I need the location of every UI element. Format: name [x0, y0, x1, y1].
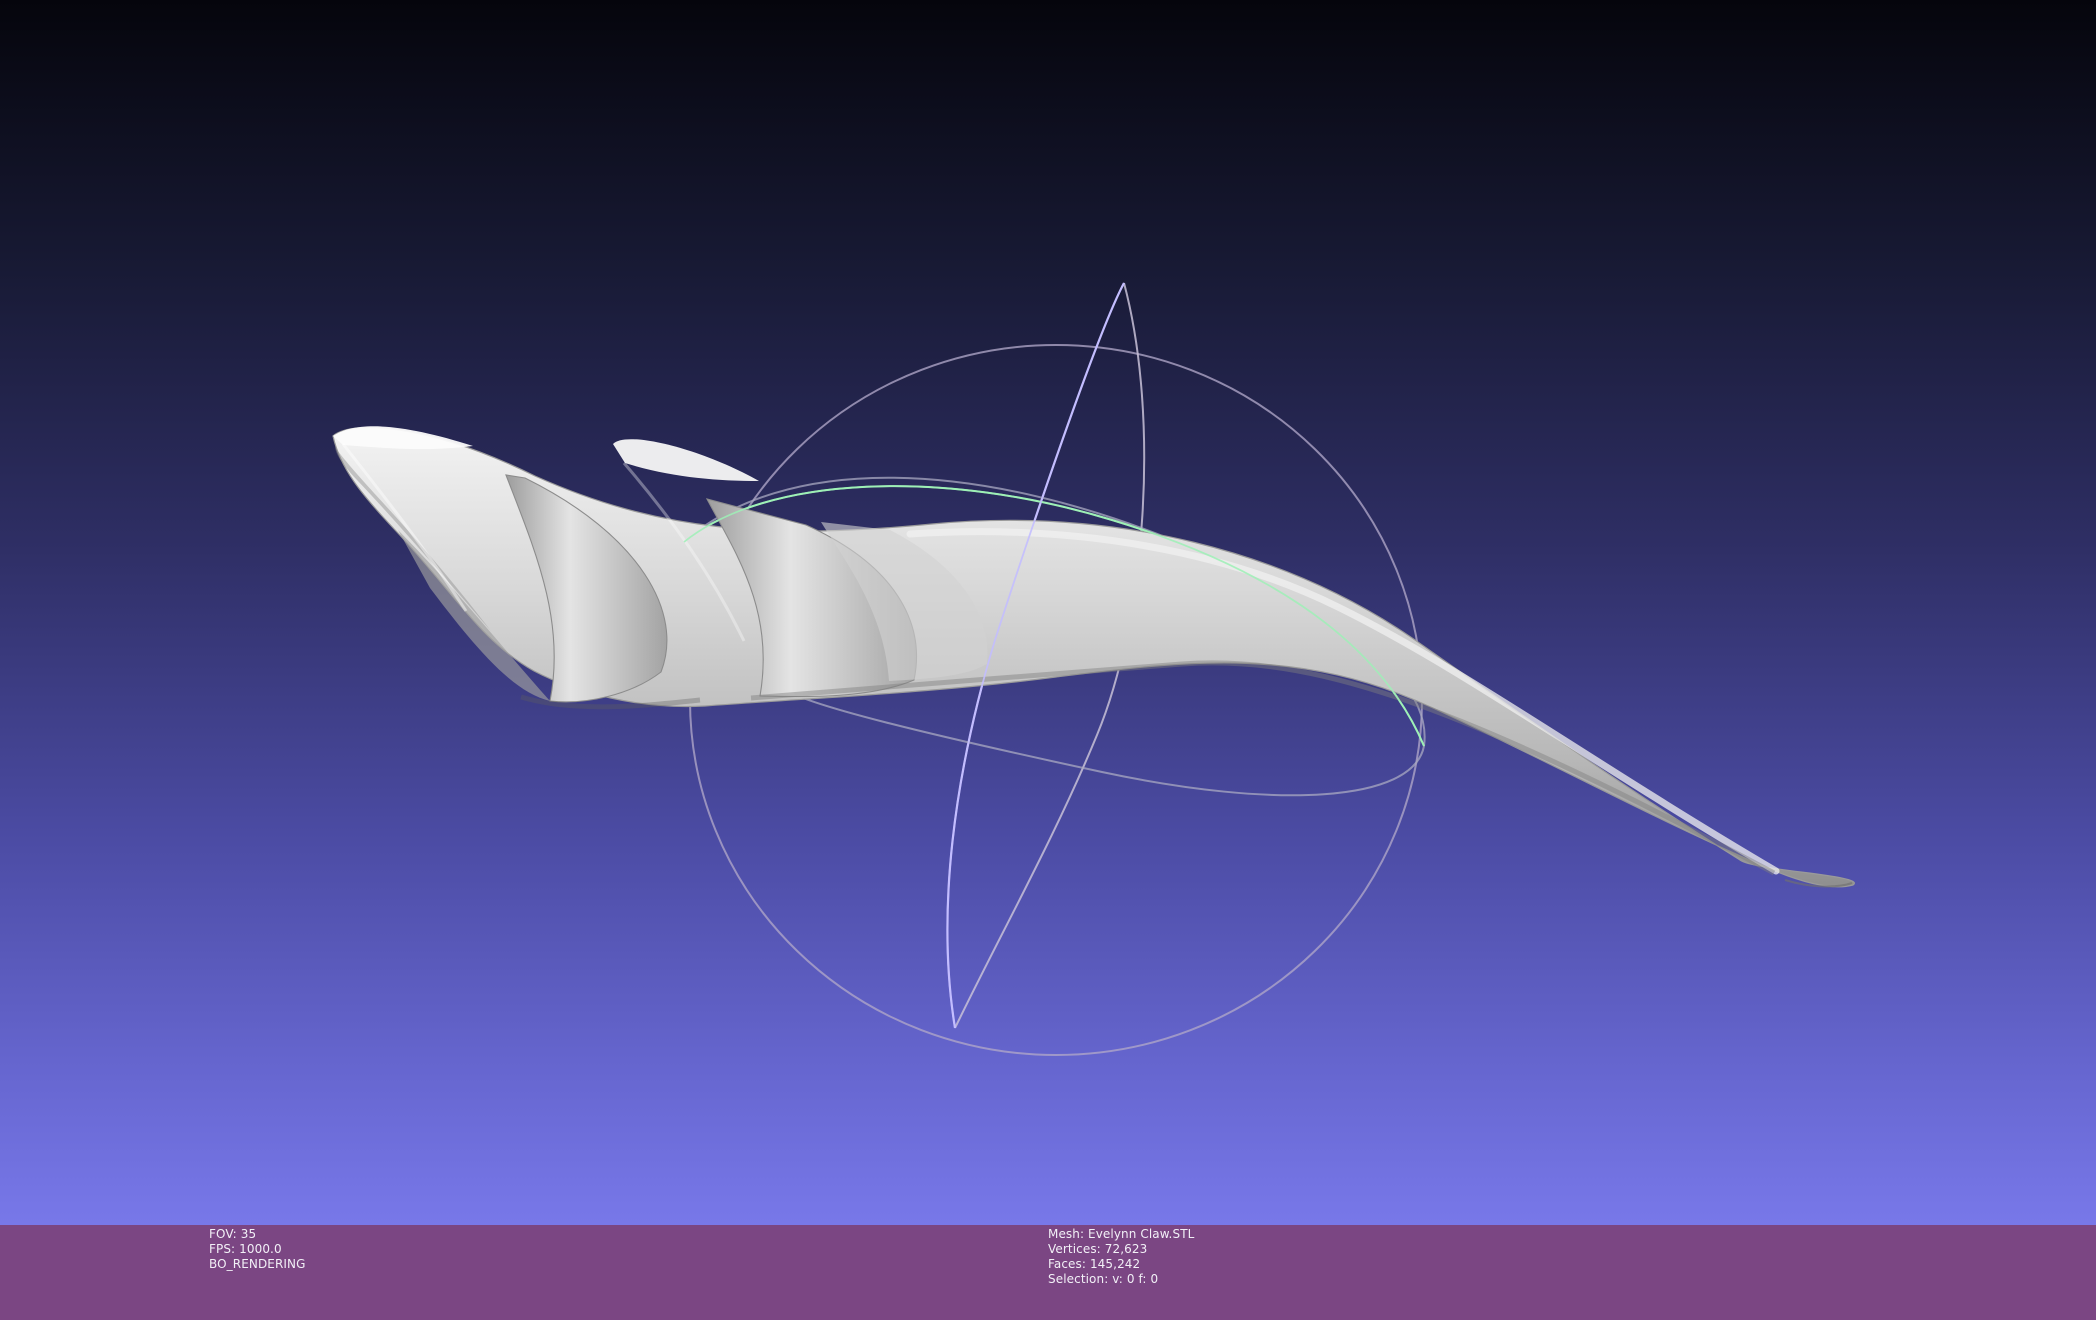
- 3d-viewport[interactable]: [0, 0, 2096, 1225]
- mesh-name-label: Mesh: Evelynn Claw.STL: [1048, 1227, 1195, 1241]
- selection-label: Selection: v: 0 f: 0: [1048, 1272, 1159, 1286]
- scene-svg[interactable]: [0, 0, 2096, 1225]
- vertices-label: Vertices: 72,623: [1048, 1242, 1148, 1256]
- render-mode-label: BO_RENDERING: [209, 1257, 306, 1271]
- faces-label: Faces: 145,242: [1048, 1257, 1141, 1271]
- status-bar: FOV: 35 FPS: 1000.0 BO_RENDERING Mesh: E…: [0, 1225, 2096, 1320]
- fps-label: FPS: 1000.0: [209, 1242, 282, 1256]
- fov-label: FOV: 35: [209, 1227, 257, 1241]
- mesh-info-panel: Mesh: Evelynn Claw.STL Vertices: 72,623 …: [1048, 1227, 1194, 1287]
- render-info-panel: FOV: 35 FPS: 1000.0 BO_RENDERING: [209, 1227, 306, 1272]
- claw-mesh[interactable]: [332, 426, 1855, 888]
- meshlab-window: FOV: 35 FPS: 1000.0 BO_RENDERING Mesh: E…: [0, 0, 2096, 1320]
